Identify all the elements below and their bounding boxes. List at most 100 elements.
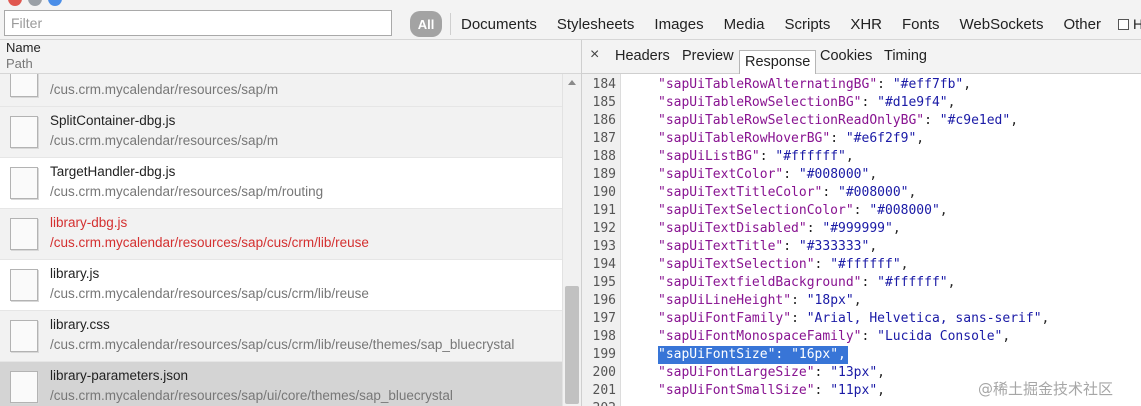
- json-colon: :: [806, 221, 823, 236]
- tab-response[interactable]: Response: [739, 50, 817, 76]
- detail-tabs: × Headers Preview Response Cookies Timin…: [582, 40, 1141, 76]
- code-text: "sapUiTextfieldBackground": "#ffffff",: [658, 274, 955, 292]
- json-key: "sapUiTableRowSelectionBG": [658, 95, 862, 110]
- line-number: 185: [592, 95, 616, 110]
- request-name: library.js: [50, 266, 100, 281]
- json-key: "sapUiFontSmallSize": [658, 383, 815, 398]
- request-path: /cus.crm.mycalendar/resources/sap/cus/cr…: [50, 286, 369, 301]
- tab-preview[interactable]: Preview: [682, 48, 734, 64]
- json-colon: :: [861, 275, 878, 290]
- code-text: "sapUiFontLargeSize": "13px",: [658, 364, 885, 382]
- line-number: 193: [592, 239, 616, 254]
- json-value: "16px": [791, 347, 839, 362]
- json-comma: ,: [1002, 329, 1011, 344]
- request-name: library-dbg.js: [50, 215, 128, 230]
- code-text: "sapUiTableRowSelectionReadOnlyBG": "#c9…: [658, 112, 1018, 130]
- file-icon: [10, 74, 38, 97]
- json-value: "#ffffff": [877, 275, 948, 290]
- line-number: 200: [592, 365, 616, 380]
- filter-xhr[interactable]: XHR: [850, 16, 882, 33]
- filter-documents[interactable]: Documents: [461, 16, 537, 33]
- gray-dot-icon[interactable]: [28, 0, 42, 6]
- code-line: 192 "sapUiTextDisabled": "#999999",: [582, 220, 1141, 238]
- response-body[interactable]: 184 "sapUiTableRowAlternatingBG": "#eff7f…: [582, 74, 1141, 406]
- table-row[interactable]: /cus.crm.mycalendar/resources/sap/m: [0, 74, 562, 107]
- file-icon: [10, 218, 38, 250]
- json-comma: ,: [916, 131, 925, 146]
- checkbox[interactable]: [1118, 18, 1129, 30]
- request-list-scrollbar[interactable]: [562, 74, 581, 406]
- scroll-up-arrow-icon[interactable]: [568, 80, 576, 85]
- file-icon: [10, 320, 38, 352]
- json-value: "#c9e1ed": [939, 113, 1011, 128]
- json-value: "#999999": [822, 221, 893, 236]
- code-line: 188 "sapUiListBG": "#ffffff",: [582, 148, 1141, 166]
- filter-images[interactable]: Images: [654, 16, 703, 33]
- table-row[interactable]: library-dbg.js /cus.crm.mycalendar/resou…: [0, 209, 562, 260]
- json-colon: :: [783, 167, 799, 182]
- json-value: "#333333": [798, 239, 870, 254]
- json-value: "#ffffff": [775, 149, 846, 164]
- column-name[interactable]: Name: [6, 40, 41, 55]
- line-number: 202: [582, 400, 616, 406]
- line-number: 197: [592, 311, 616, 326]
- filter-media[interactable]: Media: [724, 16, 765, 33]
- json-value: "#d1e9f4": [877, 95, 948, 110]
- filter-stylesheets[interactable]: Stylesheets: [557, 16, 635, 33]
- json-comma: ,: [908, 185, 917, 200]
- filter-websockets[interactable]: WebSockets: [960, 16, 1044, 33]
- blue-dot-icon[interactable]: [48, 0, 62, 6]
- code-text: "sapUiFontSmallSize": "11px",: [658, 382, 885, 400]
- json-key: "sapUiTableRowHoverBG": [658, 131, 831, 146]
- json-value: "#008000": [869, 203, 940, 218]
- line-number: 188: [592, 149, 616, 164]
- json-key: "sapUiFontLargeSize": [658, 365, 815, 380]
- code-line: 190 "sapUiTextTitleColor": "#008000",: [582, 184, 1141, 202]
- request-list-header[interactable]: Name Path: [0, 40, 581, 74]
- line-number: 195: [592, 275, 616, 290]
- json-comma: ,: [853, 293, 862, 308]
- json-colon: :: [791, 311, 807, 326]
- filter-all-button[interactable]: All: [410, 11, 442, 37]
- tab-timing[interactable]: Timing: [884, 48, 927, 64]
- json-comma: ,: [947, 275, 956, 290]
- json-comma: ,: [869, 167, 878, 182]
- json-colon: :: [814, 365, 831, 380]
- close-icon[interactable]: ×: [590, 46, 599, 64]
- tab-cookies[interactable]: Cookies: [820, 48, 872, 64]
- filter-scripts[interactable]: Scripts: [784, 16, 830, 33]
- filter-input[interactable]: [4, 10, 392, 36]
- json-value: "#eff7fb": [892, 77, 964, 92]
- json-key: "sapUiFontSize": [658, 347, 776, 362]
- json-colon: :: [822, 185, 839, 200]
- table-row[interactable]: SplitContainer-dbg.js /cus.crm.mycalenda…: [0, 107, 562, 158]
- window-controls-strip: [0, 0, 300, 6]
- code-line: 187 "sapUiTableRowHoverBG": "#e6f2f9",: [582, 130, 1141, 148]
- red-dot-icon[interactable]: [8, 0, 22, 6]
- line-number: 189: [592, 167, 616, 182]
- watermark: @稀土掘金技术社区: [978, 380, 1114, 398]
- request-name: SplitContainer-dbg.js: [50, 113, 176, 128]
- json-colon: :: [791, 293, 807, 308]
- table-row[interactable]: library.js /cus.crm.mycalendar/resources…: [0, 260, 562, 311]
- hide-data-urls-toggle[interactable]: H: [1118, 16, 1141, 32]
- json-value: "Arial, Helvetica, sans-serif": [806, 311, 1042, 326]
- table-row[interactable]: TargetHandler-dbg.js /cus.crm.mycalendar…: [0, 158, 562, 209]
- request-path: /cus.crm.mycalendar/resources/sap/m: [50, 82, 279, 97]
- request-name: library.css: [50, 317, 110, 332]
- table-row[interactable]: library.css /cus.crm.mycalendar/resource…: [0, 311, 562, 362]
- table-row-selected[interactable]: library-parameters.json /cus.crm.mycalen…: [0, 362, 562, 406]
- filter-fonts[interactable]: Fonts: [902, 16, 940, 33]
- json-comma: ,: [845, 149, 854, 164]
- scroll-thumb[interactable]: [565, 286, 579, 404]
- code-text: "sapUiFontFamily": "Arial, Helvetica, sa…: [658, 310, 1049, 328]
- tab-headers[interactable]: Headers: [615, 48, 670, 64]
- filter-other[interactable]: Other: [1063, 16, 1101, 33]
- code-text: "sapUiTextColor": "#008000",: [658, 166, 877, 184]
- json-key: "sapUiTextTitleColor": [658, 185, 823, 200]
- json-comma: ,: [877, 365, 885, 380]
- json-colon: :: [861, 95, 878, 110]
- code-line: 193 "sapUiTextTitle": "#333333",: [582, 238, 1141, 256]
- column-path: Path: [6, 56, 33, 71]
- code-text: "sapUiTableRowSelectionBG": "#d1e9f4",: [658, 94, 955, 112]
